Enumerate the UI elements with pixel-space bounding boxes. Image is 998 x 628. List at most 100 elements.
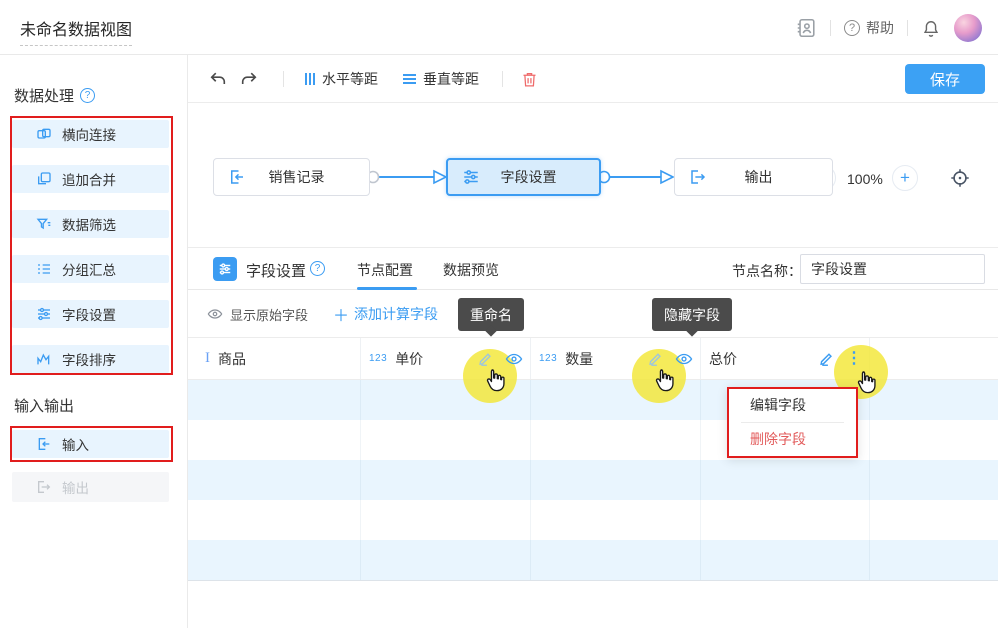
eye-icon bbox=[207, 306, 223, 322]
topbar-actions: ? 帮助 bbox=[795, 0, 982, 55]
table-cell bbox=[701, 500, 870, 540]
table-cell bbox=[531, 540, 701, 580]
section-input-output: 输入输出 bbox=[14, 395, 74, 416]
join-icon bbox=[36, 126, 52, 142]
node-label: 输出 bbox=[707, 167, 810, 187]
sidebar-item-label: 分组汇总 bbox=[62, 259, 116, 279]
undo-button[interactable] bbox=[209, 55, 227, 103]
sidebar-item-output-disabled: 输出 bbox=[12, 472, 169, 502]
sidebar-item-label: 输入 bbox=[62, 434, 89, 454]
sliders-node-icon bbox=[462, 168, 480, 186]
config-panel-header: 字段设置 ? 节点配置 数据预览 节点名称： bbox=[188, 247, 998, 290]
tab-data-preview[interactable]: 数据预览 bbox=[443, 260, 499, 280]
delete-node-button[interactable] bbox=[521, 55, 538, 103]
help-label: 帮助 bbox=[866, 18, 894, 38]
user-avatar[interactable] bbox=[954, 14, 982, 42]
column-name: 单价 bbox=[395, 349, 423, 369]
annotation-box-process-group bbox=[10, 116, 173, 375]
context-menu-delete-field[interactable]: 删除字段 bbox=[729, 423, 856, 456]
sidebar-item-data-filter[interactable]: 数据筛选 bbox=[12, 210, 169, 238]
group-list-icon bbox=[36, 261, 52, 277]
notification-bell-icon[interactable] bbox=[921, 18, 941, 38]
left-sidebar: 数据处理 ? 横向连接 追加合并 数据筛选 分组汇总 bbox=[0, 55, 188, 628]
horizontal-spacing-label: 水平等距 bbox=[322, 69, 378, 89]
table-cell bbox=[870, 540, 998, 580]
input-node-icon bbox=[228, 168, 246, 186]
table-cell bbox=[361, 500, 531, 540]
hide-field-eye-icon[interactable] bbox=[675, 350, 693, 368]
node-name-input[interactable] bbox=[800, 254, 985, 284]
flow-canvas[interactable]: − 100% + bbox=[188, 103, 998, 247]
show-original-label: 显示原始字段 bbox=[230, 305, 308, 324]
sidebar-item-horizontal-join[interactable]: 横向连接 bbox=[12, 120, 169, 148]
locate-crosshair-button[interactable] bbox=[949, 167, 971, 194]
sidebar-item-input[interactable]: 输入 bbox=[12, 430, 169, 458]
canvas-toolbar: 水平等距 垂直等距 保存 bbox=[188, 55, 998, 103]
sidebar-item-field-settings[interactable]: 字段设置 bbox=[12, 300, 169, 328]
divider bbox=[907, 20, 908, 36]
sidebar-item-label: 输出 bbox=[62, 477, 89, 497]
section-help-icon[interactable]: ? bbox=[80, 88, 95, 103]
sort-peaks-icon bbox=[36, 351, 52, 367]
rename-pencil-icon[interactable] bbox=[477, 350, 494, 367]
input-icon bbox=[36, 436, 52, 452]
plus-icon: ＋ bbox=[333, 302, 349, 326]
show-original-fields-toggle[interactable]: 显示原始字段 bbox=[207, 290, 308, 338]
table-cell bbox=[701, 540, 870, 580]
context-menu-edit-field[interactable]: 编辑字段 bbox=[729, 389, 856, 422]
help-icon: ? bbox=[844, 20, 860, 36]
node-label: 字段设置 bbox=[480, 167, 577, 187]
tooltip-rename: 重命名 bbox=[458, 298, 524, 331]
node-sales-records[interactable]: 销售记录 bbox=[213, 158, 370, 196]
sidebar-item-label: 追加合并 bbox=[62, 169, 116, 189]
table-cell bbox=[361, 540, 531, 580]
table-cell bbox=[870, 460, 998, 500]
hand-cursor-icon bbox=[651, 367, 678, 399]
section-data-processing: 数据处理 ? bbox=[14, 85, 95, 106]
table-row bbox=[188, 540, 998, 580]
table-cell bbox=[870, 420, 998, 460]
rename-pencil-icon[interactable] bbox=[647, 350, 664, 367]
number-type-icon: 123 bbox=[369, 353, 387, 364]
table-cell bbox=[188, 500, 361, 540]
divider bbox=[283, 71, 284, 87]
panel-help-icon[interactable]: ? bbox=[310, 261, 325, 276]
tab-node-config[interactable]: 节点配置 bbox=[357, 260, 413, 280]
field-context-menu: 编辑字段 删除字段 bbox=[727, 387, 858, 458]
redo-button[interactable] bbox=[240, 55, 258, 103]
main-area: 水平等距 垂直等距 保存 − 100% + bbox=[188, 55, 998, 628]
trash-icon bbox=[521, 71, 538, 88]
column-header-empty bbox=[870, 338, 998, 379]
sidebar-item-field-sort[interactable]: 字段排序 bbox=[12, 345, 169, 373]
hand-cursor-icon bbox=[482, 367, 509, 399]
number-type-icon: 123 bbox=[539, 353, 557, 364]
node-name-label: 节点名称： bbox=[732, 261, 802, 281]
vertical-bars-icon bbox=[305, 73, 315, 85]
help-button[interactable]: ? 帮助 bbox=[844, 18, 894, 38]
vertical-spacing-button[interactable]: 垂直等距 bbox=[403, 55, 479, 103]
node-output[interactable]: 输出 bbox=[674, 158, 833, 196]
app-window: 未命名数据视图 ? 帮助 bbox=[0, 0, 998, 628]
sidebar-item-group-summary[interactable]: 分组汇总 bbox=[12, 255, 169, 283]
horizontal-spacing-button[interactable]: 水平等距 bbox=[305, 55, 378, 103]
more-options-kebab-icon[interactable]: ⋮ bbox=[846, 351, 862, 367]
field-actions-bar: 显示原始字段 ＋ 添加计算字段 bbox=[188, 290, 998, 338]
contacts-icon[interactable] bbox=[795, 17, 817, 39]
sidebar-item-label: 字段排序 bbox=[62, 349, 116, 369]
table-cell bbox=[701, 460, 870, 500]
table-cell bbox=[188, 540, 361, 580]
column-name: 总价 bbox=[709, 349, 737, 369]
hide-field-eye-icon[interactable] bbox=[505, 350, 523, 368]
table-cell bbox=[188, 460, 361, 500]
filter-icon bbox=[36, 216, 52, 232]
node-field-settings-selected[interactable]: 字段设置 bbox=[446, 158, 601, 196]
edit-pencil-icon[interactable] bbox=[818, 350, 835, 367]
panel-sliders-icon bbox=[213, 257, 237, 281]
dataview-title[interactable]: 未命名数据视图 bbox=[20, 16, 132, 46]
preview-table-body bbox=[188, 380, 998, 581]
sidebar-item-append-merge[interactable]: 追加合并 bbox=[12, 165, 169, 193]
add-calculated-field-button[interactable]: ＋ 添加计算字段 bbox=[333, 290, 438, 338]
zoom-in-button[interactable]: + bbox=[892, 165, 918, 191]
save-button[interactable]: 保存 bbox=[905, 64, 985, 94]
table-cell bbox=[870, 380, 998, 420]
